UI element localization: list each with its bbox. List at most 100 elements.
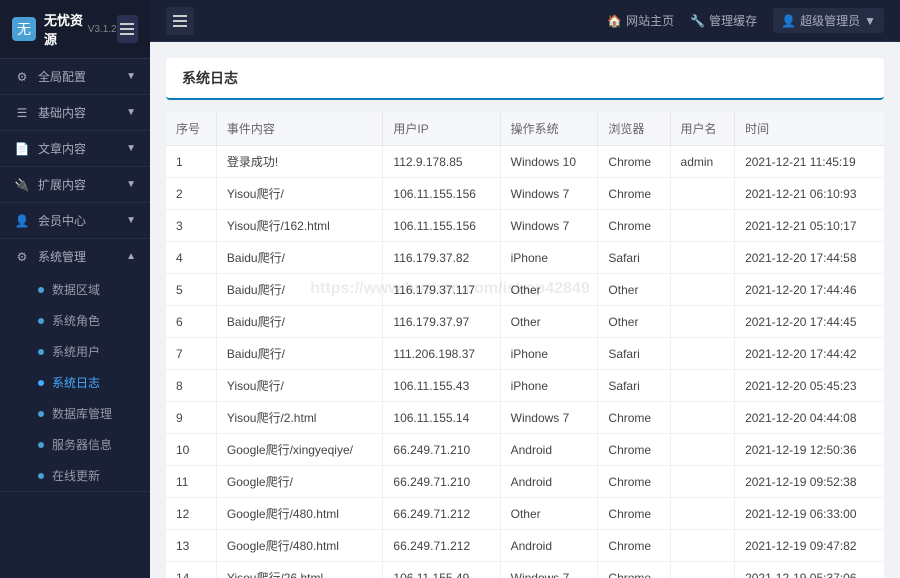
table-cell: Chrome — [598, 402, 670, 434]
menu-label: 扩展内容 — [38, 176, 86, 193]
header-row: 序号 事件内容 用户IP 操作系统 浏览器 用户名 时间 — [166, 112, 884, 146]
sidebar-item-online-update[interactable]: 在线更新 — [0, 460, 150, 491]
table-cell — [670, 338, 735, 370]
table-cell: Baidu爬行/ — [216, 338, 383, 370]
logo-icon: 无 — [12, 17, 36, 41]
table-cell: Windows 7 — [500, 178, 598, 210]
col-ip: 用户IP — [383, 112, 500, 146]
home-link[interactable]: 🏠 网站主页 — [607, 12, 674, 29]
menu-label: 基础内容 — [38, 104, 86, 121]
table-cell: Baidu爬行/ — [216, 306, 383, 338]
table-cell: Chrome — [598, 146, 670, 178]
table-cell: 8 — [166, 370, 216, 402]
table-cell: 66.249.71.210 — [383, 466, 500, 498]
table-cell: 1 — [166, 146, 216, 178]
table-cell: 2021-12-19 09:52:38 — [735, 466, 884, 498]
admin-link-label: 管理缓存 — [709, 12, 757, 29]
table-cell: Google爬行/ — [216, 466, 383, 498]
table-cell: Google爬行/xingyeqiye/ — [216, 434, 383, 466]
table-body: 1登录成功!112.9.178.85Windows 10Chromeadmin2… — [166, 146, 884, 578]
dot-icon — [38, 442, 44, 448]
table-cell: 2021-12-20 04:44:08 — [735, 402, 884, 434]
sidebar-item-server-info[interactable]: 服务器信息 — [0, 429, 150, 460]
table-cell: Safari — [598, 370, 670, 402]
table-row: 10Google爬行/xingyeqiye/66.249.71.210Andro… — [166, 434, 884, 466]
table-cell: 66.249.71.212 — [383, 530, 500, 562]
table-cell — [670, 402, 735, 434]
menu-toggle-button[interactable] — [117, 15, 138, 43]
sidebar-item-system-manage[interactable]: ⚙ 系统管理 ▲ — [0, 239, 150, 274]
table-cell: 11 — [166, 466, 216, 498]
table-cell: 13 — [166, 530, 216, 562]
dot-icon — [38, 380, 44, 386]
table-cell: iPhone — [500, 370, 598, 402]
table-cell: Yisou爬行/26.html — [216, 562, 383, 578]
sidebar-item-system-log[interactable]: 系统日志 — [0, 367, 150, 398]
sub-menu-label: 系统角色 — [52, 312, 100, 329]
table-row: 7Baidu爬行/111.206.198.37iPhoneSafari2021-… — [166, 338, 884, 370]
table-cell: 登录成功! — [216, 146, 383, 178]
table-cell — [670, 530, 735, 562]
table-cell: 2021-12-20 17:44:46 — [735, 274, 884, 306]
menu-label: 会员中心 — [38, 212, 86, 229]
topbar: 🏠 网站主页 🔧 管理缓存 👤 超级管理员 ▼ — [150, 0, 900, 42]
menu-group-system: ⚙ 系统管理 ▲ 数据区域 系统角色 系统用户 系统日志 数据库管理 服务器信息 — [0, 239, 150, 492]
app-name: 无忧资源 — [44, 10, 84, 48]
table-cell: 2021-12-19 12:50:36 — [735, 434, 884, 466]
menu-label: 系统管理 — [38, 248, 86, 265]
home-link-label: 网站主页 — [626, 12, 674, 29]
table-cell — [670, 466, 735, 498]
table-cell — [670, 498, 735, 530]
dot-icon — [38, 287, 44, 293]
sidebar-item-data-region[interactable]: 数据区域 — [0, 274, 150, 305]
sidebar-item-system-role[interactable]: 系统角色 — [0, 305, 150, 336]
table-cell: Chrome — [598, 562, 670, 578]
table-cell: Chrome — [598, 178, 670, 210]
sidebar-item-article-content[interactable]: 📄 文章内容 ▼ — [0, 131, 150, 166]
sub-menu-label: 数据库管理 — [52, 405, 112, 422]
table-cell: 6 — [166, 306, 216, 338]
sidebar-item-member-center[interactable]: 👤 会员中心 ▼ — [0, 203, 150, 238]
topbar-menu-toggle[interactable] — [166, 7, 194, 35]
user-dropdown[interactable]: 👤 超级管理员 ▼ — [773, 8, 884, 33]
sidebar-item-global-config[interactable]: ⚙ 全局配置 ▼ — [0, 59, 150, 94]
table-cell: 106.11.155.14 — [383, 402, 500, 434]
col-id: 序号 — [166, 112, 216, 146]
table-cell: 9 — [166, 402, 216, 434]
table-cell: 112.9.178.85 — [383, 146, 500, 178]
arrow-icon: ▼ — [126, 143, 136, 154]
table-cell: Chrome — [598, 434, 670, 466]
menu-group-member: 👤 会员中心 ▼ — [0, 203, 150, 239]
table-row: 1登录成功!112.9.178.85Windows 10Chromeadmin2… — [166, 146, 884, 178]
sidebar-item-basic-content[interactable]: ☰ 基础内容 ▼ — [0, 95, 150, 130]
table-row: 2Yisou爬行/106.11.155.156Windows 7Chrome20… — [166, 178, 884, 210]
table-cell: 111.206.198.37 — [383, 338, 500, 370]
admin-cache-link[interactable]: 🔧 管理缓存 — [690, 12, 757, 29]
table-cell: 3 — [166, 210, 216, 242]
table-cell: Windows 7 — [500, 210, 598, 242]
table-row: 6Baidu爬行/116.179.37.97OtherOther2021-12-… — [166, 306, 884, 338]
home-icon: 🏠 — [607, 14, 622, 28]
logo-bar: 无 无忧资源 V3.1.2 — [0, 0, 150, 59]
sidebar-item-system-user[interactable]: 系统用户 — [0, 336, 150, 367]
table-cell: Baidu爬行/ — [216, 274, 383, 306]
table-cell: Android — [500, 530, 598, 562]
table-cell: Yisou爬行/ — [216, 178, 383, 210]
table-cell: Chrome — [598, 210, 670, 242]
sub-menu-label: 服务器信息 — [52, 436, 112, 453]
table-row: 8Yisou爬行/106.11.155.43iPhoneSafari2021-1… — [166, 370, 884, 402]
col-browser: 浏览器 — [598, 112, 670, 146]
table-cell: Other — [500, 274, 598, 306]
table-cell — [670, 434, 735, 466]
sidebar-item-db-manage[interactable]: 数据库管理 — [0, 398, 150, 429]
sidebar-item-extend-content[interactable]: 🔌 扩展内容 ▼ — [0, 167, 150, 202]
table-row: 5Baidu爬行/116.179.37.117OtherOther2021-12… — [166, 274, 884, 306]
menu-group-global: ⚙ 全局配置 ▼ — [0, 59, 150, 95]
table-cell: 2021-12-20 05:45:23 — [735, 370, 884, 402]
table-cell: Windows 7 — [500, 402, 598, 434]
table-cell: 116.179.37.97 — [383, 306, 500, 338]
sub-menu-label: 在线更新 — [52, 467, 100, 484]
menu-label: 文章内容 — [38, 140, 86, 157]
table-cell: 106.11.155.49 — [383, 562, 500, 578]
user-icon: 👤 — [781, 14, 796, 28]
